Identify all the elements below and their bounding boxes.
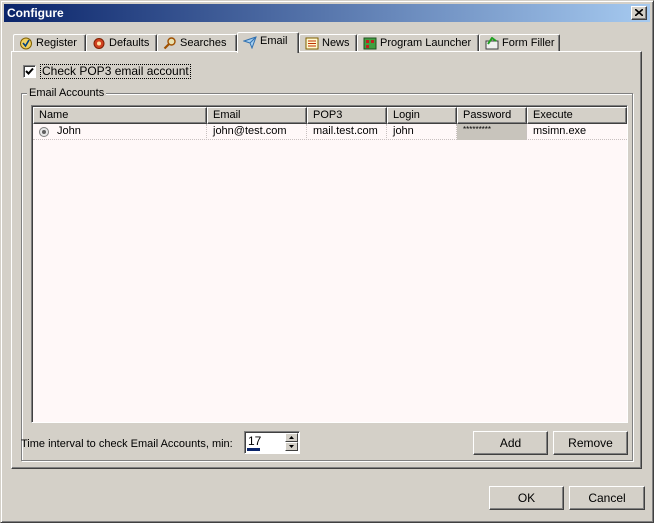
cancel-button[interactable]: Cancel bbox=[569, 486, 645, 510]
tab-form-filler[interactable]: Form Filler bbox=[479, 34, 560, 52]
tab-email[interactable]: Email bbox=[237, 32, 299, 53]
check-pop3-checkbox[interactable] bbox=[23, 65, 36, 78]
close-icon bbox=[635, 9, 643, 16]
tab-searches[interactable]: Searches bbox=[157, 34, 237, 52]
tab-defaults[interactable]: Defaults bbox=[86, 34, 157, 52]
configure-window: Configure Register Defaults Searches Ema… bbox=[0, 0, 654, 523]
ok-button[interactable]: OK bbox=[489, 486, 564, 510]
add-button[interactable]: Add bbox=[473, 431, 548, 455]
remove-button[interactable]: Remove bbox=[553, 431, 628, 455]
interval-progress-bar bbox=[247, 448, 284, 451]
column-header-execute[interactable]: Execute bbox=[527, 107, 627, 124]
cell-login: john bbox=[387, 124, 457, 140]
check-pop3-label[interactable]: Check POP3 email account bbox=[40, 64, 191, 79]
search-icon bbox=[163, 37, 176, 50]
defaults-icon bbox=[93, 38, 105, 49]
register-icon bbox=[20, 37, 32, 50]
tab-news[interactable]: News bbox=[299, 34, 357, 52]
email-icon bbox=[243, 36, 257, 49]
column-header-password[interactable]: Password bbox=[457, 107, 527, 124]
cell-password: ********* bbox=[457, 124, 527, 140]
cell-email: john@test.com bbox=[207, 124, 307, 140]
cell-name: John bbox=[33, 124, 207, 140]
email-accounts-list[interactable]: Name Email POP3 Login Password Execute J… bbox=[31, 105, 628, 423]
list-header: Name Email POP3 Login Password Execute bbox=[33, 107, 627, 124]
tab-register[interactable]: Register bbox=[13, 34, 86, 52]
interval-label: Time interval to check Email Accounts, m… bbox=[21, 438, 233, 450]
column-header-login[interactable]: Login bbox=[387, 107, 457, 124]
arrow-down-icon bbox=[289, 445, 294, 448]
arrow-up-icon bbox=[289, 436, 294, 439]
interval-spinner[interactable]: 17 bbox=[244, 431, 300, 454]
checkmark-icon bbox=[25, 67, 34, 75]
form-filler-icon bbox=[485, 37, 499, 50]
cell-execute: msimn.exe bbox=[533, 125, 587, 137]
cell-pop3: mail.test.com bbox=[307, 124, 387, 140]
tab-program-launcher[interactable]: Program Launcher bbox=[357, 34, 479, 52]
close-button[interactable] bbox=[631, 6, 647, 20]
window-title: Configure bbox=[7, 6, 64, 20]
title-bar: Configure bbox=[4, 4, 650, 22]
email-accounts-group: Email Accounts Name Email POP3 Login Pas… bbox=[21, 87, 633, 461]
radio-icon bbox=[39, 127, 49, 137]
news-icon bbox=[305, 37, 319, 50]
email-accounts-group-title: Email Accounts bbox=[27, 87, 107, 99]
column-header-name[interactable]: Name bbox=[33, 107, 207, 124]
email-tab-panel: Check POP3 email account Email Accounts … bbox=[11, 51, 642, 469]
column-header-pop3[interactable]: POP3 bbox=[307, 107, 387, 124]
interval-progress-fill bbox=[247, 448, 260, 451]
program-launcher-icon bbox=[363, 37, 377, 50]
column-header-email[interactable]: Email bbox=[207, 107, 307, 124]
spin-up-button[interactable] bbox=[285, 433, 298, 442]
spin-down-button[interactable] bbox=[285, 442, 298, 451]
table-row[interactable]: John john@test.com mail.test.com john **… bbox=[33, 124, 627, 140]
interval-value[interactable]: 17 bbox=[248, 434, 261, 448]
